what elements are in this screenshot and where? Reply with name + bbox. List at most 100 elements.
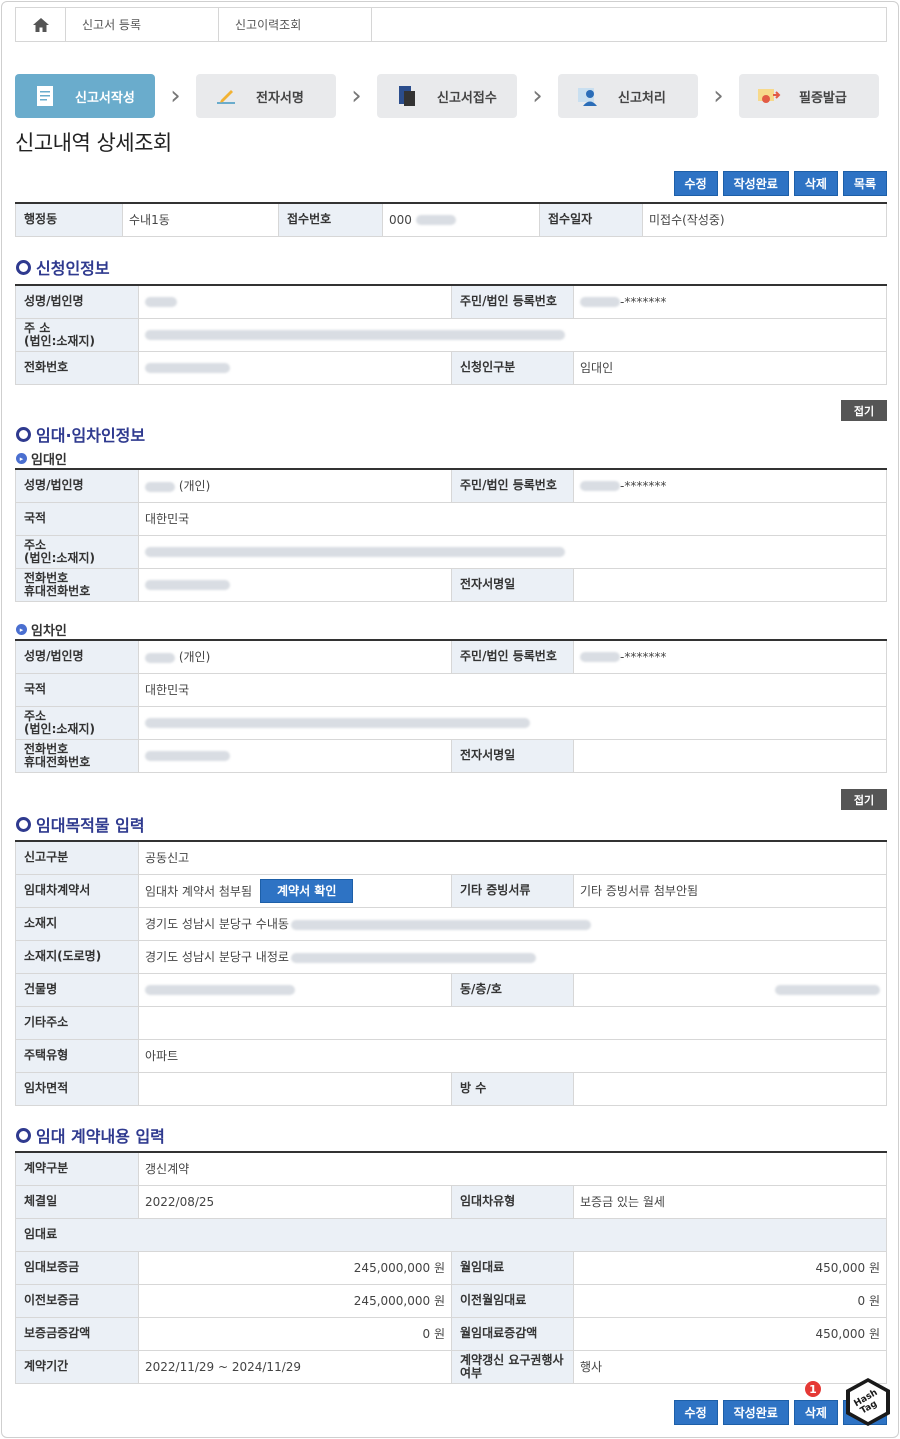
step-label: 신고서작성 xyxy=(75,90,135,106)
fold-button[interactable]: 접기 xyxy=(841,789,887,810)
redacted xyxy=(775,985,880,995)
redacted xyxy=(145,751,230,761)
redacted xyxy=(145,985,295,995)
house-type-label: 주택유형 xyxy=(15,1038,139,1073)
delete-button[interactable]: 삭제 xyxy=(793,1400,838,1425)
complete-button[interactable]: 작성완료 xyxy=(722,171,789,196)
receipt-no-value: 000 xyxy=(389,212,412,227)
contract-table: 계약구분 갱신계약 체결일 2022/08/25 임대차유형 보증금 있는 월세… xyxy=(15,1151,887,1384)
applicant-type-value: 임대인 xyxy=(573,350,887,385)
home-button[interactable] xyxy=(16,8,66,41)
nation-value: 대한민국 xyxy=(138,672,887,707)
other-docs-label: 기타 증빙서류 xyxy=(451,873,574,908)
redacted xyxy=(415,215,456,226)
view-contract-button[interactable]: 계약서 확인 xyxy=(260,878,354,903)
nation-label: 국적 xyxy=(15,672,139,707)
redacted xyxy=(580,652,620,663)
contract-date-value: 2022/08/25 xyxy=(138,1184,452,1219)
chevron-right-icon: › xyxy=(170,81,181,111)
top-navigation: 신고서 등록 신고이력조회 xyxy=(15,7,887,42)
prev-deposit-label: 이전보증금 xyxy=(15,1283,139,1318)
redacted xyxy=(145,481,175,492)
redacted xyxy=(145,297,177,308)
rrn-mask: -******* xyxy=(620,294,667,309)
certificate-icon xyxy=(758,89,781,103)
monthly-rent-value: 450,000 원 xyxy=(573,1250,887,1285)
step-label: 신고처리 xyxy=(618,90,666,106)
rrn-label: 주민/법인 등록번호 xyxy=(451,469,574,503)
step-submit[interactable]: 신고서접수 xyxy=(377,74,517,118)
name-label: 성명/법인명 xyxy=(15,285,139,319)
address-label: 주 소 xyxy=(24,320,51,335)
step-process[interactable]: 신고처리 xyxy=(558,74,698,118)
receipt-no-label: 접수번호 xyxy=(278,203,383,237)
process-steps: 신고서작성 › 전자서명 › 신고서접수 › 신고처리 › 필증발급 xyxy=(15,74,887,118)
road-address-label: 소재지(도로명) xyxy=(15,939,139,974)
property-section-title: 임대목적물 입력 xyxy=(16,812,145,836)
breadcrumb-register[interactable]: 신고서 등록 xyxy=(66,8,219,41)
dong-value: 수내1동 xyxy=(122,203,279,237)
step-esign[interactable]: 전자서명 xyxy=(196,74,336,118)
phone-label: 전화번호 xyxy=(15,350,139,385)
renewal-value: 행사 xyxy=(573,1349,887,1384)
other-docs-value: 기타 증빙서류 첨부안됨 xyxy=(573,873,887,908)
dong-label: 행정동 xyxy=(15,203,123,237)
redacted xyxy=(145,330,565,340)
location-label: 소재지 xyxy=(15,906,139,941)
monthly-diff-label: 월임대료증감액 xyxy=(451,1316,574,1351)
receipt-date-label: 접수일자 xyxy=(539,203,643,237)
delete-button[interactable]: 삭제 xyxy=(793,171,838,196)
top-action-bar: 수정 작성완료 삭제 목록 xyxy=(673,171,887,196)
redacted xyxy=(145,652,175,663)
address-sublabel: (법인:소재지) xyxy=(24,550,95,565)
fold-button[interactable]: 접기 xyxy=(841,400,887,421)
page-title: 신고내역 상세조회 xyxy=(15,131,172,155)
complete-button[interactable]: 작성완료 xyxy=(722,1400,789,1425)
summary-table: 행정동 수내1동 접수번호 000 접수일자 미접수(작성중) xyxy=(15,202,887,237)
deposit-value: 245,000,000 원 xyxy=(138,1250,452,1285)
area-label: 임차면적 xyxy=(15,1071,139,1106)
step-label: 전자서명 xyxy=(256,90,304,106)
rrn-label: 주민/법인 등록번호 xyxy=(451,640,574,674)
rrn-mask: -******* xyxy=(620,478,667,493)
list-button[interactable]: 목록 xyxy=(842,171,887,196)
bullet-icon: ▸ xyxy=(16,453,27,464)
step-certificate[interactable]: 필증발급 xyxy=(739,74,879,118)
address-sublabel: (법인:소재지) xyxy=(24,333,95,348)
redacted xyxy=(580,297,620,308)
redacted xyxy=(145,580,230,590)
contract-kind-label: 계약구분 xyxy=(15,1152,139,1186)
document-icon xyxy=(37,86,53,106)
deposit-label: 임대보증금 xyxy=(15,1250,139,1285)
redacted xyxy=(145,363,230,373)
redacted xyxy=(580,481,620,492)
contract-kind-value: 갱신계약 xyxy=(138,1152,887,1186)
etc-address-label: 기타주소 xyxy=(15,1005,139,1040)
edit-button[interactable]: 수정 xyxy=(673,171,718,196)
monthly-diff-value: 450,000 원 xyxy=(573,1316,887,1351)
person-process-icon xyxy=(578,88,597,106)
applicant-type-label: 신청인구분 xyxy=(451,350,574,385)
chevron-right-icon: › xyxy=(713,81,724,111)
rrn-mask: -******* xyxy=(620,649,667,664)
lease-type-value: 보증금 있는 월세 xyxy=(573,1184,887,1219)
edit-button[interactable]: 수정 xyxy=(673,1400,718,1425)
location-value: 경기도 성남시 분당구 수내동 xyxy=(145,917,289,931)
esign-date-label: 전자서명일 xyxy=(451,567,574,602)
period-label: 계약기간 xyxy=(15,1349,139,1384)
address-label: 주소 xyxy=(24,708,47,723)
phone-label: 전화번호 xyxy=(24,570,69,585)
unit-label: 동/층/호 xyxy=(451,972,574,1007)
step-number-badge: 1 xyxy=(804,1380,822,1398)
name-label: 성명/법인명 xyxy=(15,469,139,503)
nation-value: 대한민국 xyxy=(138,501,887,536)
contract-date-label: 체결일 xyxy=(15,1184,139,1219)
step-write[interactable]: 신고서작성 xyxy=(15,74,155,118)
breadcrumb-history[interactable]: 신고이력조회 xyxy=(219,8,372,41)
road-address-value: 경기도 성남시 분당구 내정로 xyxy=(145,950,289,964)
building-label: 건물명 xyxy=(15,972,139,1007)
rooms-label: 방 수 xyxy=(451,1071,574,1106)
lease-type-label: 임대차유형 xyxy=(451,1184,574,1219)
applicant-table: 성명/법인명 주민/법인 등록번호 -******* 주 소 (법인:소재지) 전… xyxy=(15,284,887,385)
phone-label: 전화번호 xyxy=(24,741,69,756)
